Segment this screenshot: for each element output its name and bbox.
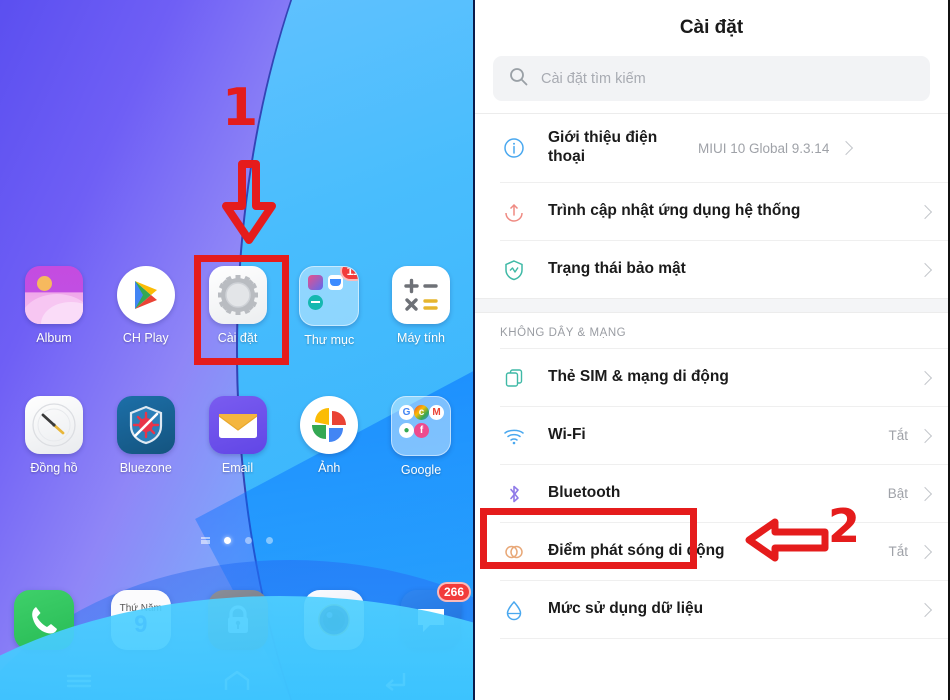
- messages-badge: 266: [436, 582, 471, 602]
- app-email[interactable]: Email: [198, 396, 278, 477]
- chevron-right-icon: [839, 140, 854, 156]
- back-arrow-icon[interactable]: [382, 670, 410, 697]
- email-envelope-icon: [208, 396, 267, 454]
- dock-phone-dialer[interactable]: [14, 590, 74, 650]
- page-dot-active[interactable]: [223, 537, 231, 544]
- security-shield-icon: [500, 259, 528, 281]
- bluetooth-icon: [500, 483, 528, 505]
- app-label: Máy tính: [397, 331, 445, 345]
- app-google-folder[interactable]: G c M ● f Google: [381, 396, 461, 477]
- chevron-right-icon: [917, 262, 933, 277]
- calendar-day: 9: [134, 611, 148, 638]
- clock-icon: [25, 396, 83, 454]
- dock-calendar[interactable]: Thứ Năm 9: [110, 590, 171, 650]
- chevron-right-icon: [917, 602, 933, 617]
- settings-row-security-status[interactable]: Trạng thái bảo mật: [475, 241, 948, 298]
- row-value: Bật: [887, 486, 908, 501]
- wifi-icon: [500, 425, 528, 447]
- app-dong-ho[interactable]: Đồng hồ: [14, 396, 94, 477]
- settings-row-sim-mobile-network[interactable]: Thẻ SIM & mạng di động: [475, 349, 948, 406]
- page-dot[interactable]: [265, 537, 273, 544]
- search-icon: [509, 67, 528, 91]
- search-area: Cài đặt tìm kiếm: [475, 56, 948, 113]
- arrow-left-icon: [745, 516, 829, 569]
- chevron-right-icon: [917, 370, 933, 385]
- page-indicator-lines-icon: [200, 537, 210, 544]
- app-may-tinh[interactable]: Máy tính: [381, 266, 461, 347]
- app-thu-muc[interactable]: 11 Thư mục: [289, 266, 369, 347]
- chevron-right-icon: [917, 428, 933, 443]
- app-row-2: Đồng hồ Bluezone Email Ảnh G c M ● f Goo…: [14, 396, 461, 477]
- home-screen-layer: Album CH Play Cài đặt 11 Thư mục Máy tín…: [0, 0, 473, 700]
- search-input[interactable]: Cài đặt tìm kiếm: [493, 56, 930, 101]
- row-label: Giới thiệu điện thoại: [548, 129, 658, 165]
- step-1-number: 1: [222, 78, 259, 138]
- app-bluezone[interactable]: Bluezone: [106, 396, 186, 477]
- row-label: Thẻ SIM & mạng di động: [548, 368, 729, 386]
- system-nav-bar: [0, 666, 473, 700]
- search-placeholder: Cài đặt tìm kiếm: [541, 70, 646, 87]
- section-separator: [475, 298, 948, 313]
- dock-app-lock[interactable]: [207, 590, 268, 650]
- settings-row-bluetooth[interactable]: Bluetooth Bật: [475, 465, 948, 522]
- page-dot[interactable]: [244, 537, 252, 544]
- app-label: CH Play: [122, 331, 169, 345]
- app-label: Bluezone: [119, 461, 172, 475]
- app-album[interactable]: Album: [14, 266, 94, 347]
- row-value: Tắt: [888, 428, 908, 443]
- app-label: Google: [400, 463, 442, 477]
- tutorial-screenshot: Album CH Play Cài đặt 11 Thư mục Máy tín…: [0, 0, 950, 700]
- phone-home-screen: Album CH Play Cài đặt 11 Thư mục Máy tín…: [0, 0, 475, 700]
- app-label: Email: [221, 461, 254, 475]
- section-header-wireless: KHÔNG DÂY & MẠNG: [500, 327, 627, 339]
- data-usage-icon: [500, 599, 528, 621]
- calculator-icon: [392, 266, 450, 324]
- calendar-weekday: Thứ Năm: [119, 603, 162, 614]
- settings-row-mobile-hotspot[interactable]: Điểm phát sóng di động Tắt: [475, 523, 948, 580]
- settings-screen: Cài đặt Cài đặt tìm kiếm Giới thiệu điện…: [475, 0, 950, 700]
- dock-camera[interactable]: [304, 590, 365, 650]
- row-label: Trình cập nhật ứng dụng hệ thống: [548, 202, 801, 220]
- step-2-number: 2: [828, 499, 861, 553]
- folder-icon: 11: [299, 266, 360, 326]
- row-label: Wi-Fi: [548, 426, 586, 444]
- google-play-icon: [116, 266, 175, 324]
- settings-row-system-app-updater[interactable]: Trình cập nhật ứng dụng hệ thống: [475, 183, 948, 240]
- chevron-right-icon: [917, 544, 933, 559]
- app-label: Album: [36, 331, 72, 345]
- divider: [500, 638, 948, 639]
- row-value: Tắt: [888, 544, 908, 559]
- sim-cards-icon: [500, 367, 528, 389]
- app-label: Thư mục: [304, 333, 355, 347]
- home-icon[interactable]: [222, 670, 252, 697]
- dock: Thứ Năm 9 266: [14, 582, 471, 650]
- app-label: Ảnh: [318, 461, 341, 475]
- album-icon: [25, 266, 83, 324]
- chevron-right-icon: [917, 204, 933, 219]
- google-photos-icon: [300, 396, 359, 454]
- app-ch-play[interactable]: CH Play: [106, 266, 186, 347]
- page-title: Cài đặt: [679, 17, 744, 38]
- chevron-right-icon: [917, 486, 933, 501]
- settings-row-wifi[interactable]: Wi-Fi Tắt: [475, 407, 948, 464]
- app-anh[interactable]: Ảnh: [289, 396, 369, 477]
- arrow-down-icon: [218, 160, 280, 251]
- row-label: Mức sử dụng dữ liệu: [548, 600, 704, 618]
- settings-row-about-phone[interactable]: Giới thiệu điện thoại MIUI 10 Global 9.3…: [475, 114, 948, 182]
- menu-lines-icon[interactable]: [65, 671, 93, 696]
- row-value: MIUI 10 Global 9.3.14: [698, 140, 830, 156]
- row-label: Trạng thái bảo mật: [548, 260, 686, 278]
- settings-row-data-usage[interactable]: Mức sử dụng dữ liệu: [475, 581, 948, 638]
- update-arrow-icon: [500, 201, 528, 223]
- hotspot-icon: [500, 541, 528, 563]
- step-1-highlight-box: [194, 255, 289, 365]
- bluezone-shield-icon: [116, 396, 175, 454]
- dock-messages[interactable]: 266: [401, 582, 471, 650]
- google-folder-icon: G c M ● f: [391, 396, 451, 456]
- page-indicator[interactable]: [0, 537, 473, 544]
- app-label: Đồng hồ: [30, 461, 78, 475]
- info-circle-icon: [500, 137, 528, 159]
